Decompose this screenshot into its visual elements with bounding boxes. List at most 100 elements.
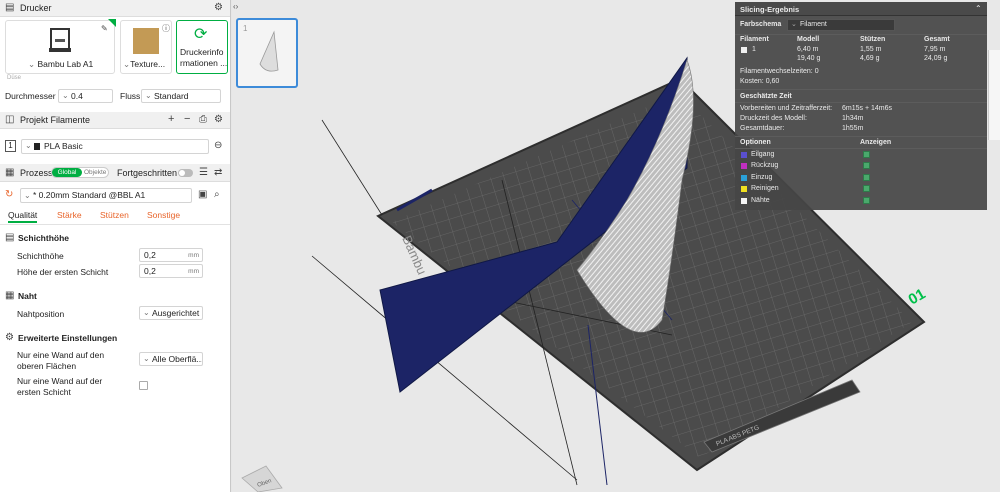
tab-supports[interactable]: Stützen: [100, 210, 129, 220]
diameter-label: Durchmesser: [5, 91, 56, 101]
flow-select[interactable]: ⌄ Standard: [141, 89, 221, 103]
left-settings-panel: ▤ Drucker ⚙ ✎ ⌄ Bambu Lab A1 Düse ⓘ ⌄Tex…: [0, 0, 231, 492]
slicing-result-header: Slicing-Ergebnis ⌃: [735, 2, 987, 16]
wall-top-select[interactable]: ⌄ Alle Oberflä...: [139, 352, 203, 366]
option-wipe: Reinigen: [751, 185, 779, 192]
option-seams-color: [741, 198, 747, 204]
show-header: Anzeigen: [860, 139, 892, 146]
reset-icon[interactable]: ↻: [5, 190, 13, 200]
info-icon[interactable]: ⓘ: [162, 24, 170, 34]
tab-divider: [0, 224, 230, 225]
option-wipe-checkbox[interactable]: [863, 185, 870, 192]
sync-filament-icon[interactable]: ⎙: [199, 115, 207, 125]
col-total: Gesamt: [924, 36, 950, 43]
process-preset-select[interactable]: ⌄ * 0.20mm Standard @BBL A1: [20, 188, 192, 203]
col-filament: Filament: [740, 36, 769, 43]
layer-height-input[interactable]: 0,2 mm: [139, 248, 203, 262]
advanced-group-title: Erweiterte Einstellungen: [18, 333, 118, 343]
seam-group-icon: ▦: [5, 290, 15, 301]
wall-top-label-line2: oberen Flächen: [17, 361, 77, 371]
option-deretract-color: [741, 175, 747, 181]
filament-row-id: 1: [752, 46, 756, 53]
filament-edit-icon[interactable]: ⊖: [214, 141, 222, 151]
process-section-header: ▦ Prozess Global Objekte Fortgeschritten…: [0, 164, 230, 182]
tab-strength[interactable]: Stärke: [57, 210, 82, 220]
filament-slot-number: 1: [5, 140, 16, 152]
printer-info-line1: Druckerinfo: [180, 47, 224, 57]
seam-position-label: Nahtposition: [17, 309, 65, 319]
filament-settings-icon[interactable]: ⚙: [214, 115, 223, 125]
estimated-time-title: Geschätzte Zeit: [740, 93, 792, 100]
model-time-value: 1h34m: [842, 115, 864, 122]
option-seams-checkbox[interactable]: [863, 197, 870, 204]
objects-option[interactable]: Objekte: [84, 169, 106, 176]
first-layer-height-label: Höhe der ersten Schicht: [17, 267, 109, 277]
layer-group-title: Schichthöhe: [18, 233, 70, 243]
filament-color-square: [741, 47, 747, 53]
option-deretract: Einzug: [751, 174, 773, 181]
seam-position-select[interactable]: ⌄ Ausgerichtet: [139, 306, 203, 320]
filament-color-swatch: [34, 143, 40, 150]
save-icon[interactable]: ▣: [198, 190, 207, 200]
printer-icon: ▤: [5, 2, 15, 13]
seam-group-title: Naht: [18, 291, 37, 301]
nav-cube: [241, 465, 283, 492]
printer-info-line2: rmationen ...: [180, 58, 228, 68]
supports-weight: 4,69 g: [860, 55, 880, 62]
global-objects-toggle[interactable]: Global Objekte: [51, 167, 109, 178]
compare-icon[interactable]: ⇄: [214, 168, 222, 178]
remove-icon[interactable]: −: [184, 114, 190, 125]
option-seams: Nähte: [751, 197, 770, 204]
wall-top-label-line1: Nur eine Wand auf den: [17, 350, 105, 360]
advanced-toggle[interactable]: [178, 169, 193, 177]
advanced-label: Fortgeschritten: [117, 168, 178, 178]
tab-quality[interactable]: Qualität: [8, 210, 38, 223]
flow-label: Fluss: [120, 91, 141, 101]
model-length: 6,40 m: [797, 46, 819, 53]
model-weight: 19,40 g: [797, 55, 821, 62]
list-icon[interactable]: ☰: [199, 168, 208, 178]
tab-other[interactable]: Sonstige: [147, 210, 180, 220]
first-layer-height-input[interactable]: 0,2 mm: [139, 264, 203, 278]
option-deretract-checkbox[interactable]: [863, 174, 870, 181]
option-travel-color: [741, 152, 747, 158]
filament-changes: Filamentwechselzeiten: 0: [740, 68, 819, 75]
add-icon[interactable]: +: [168, 114, 174, 125]
printer-image-icon: [49, 28, 71, 52]
edit-icon[interactable]: ✎: [101, 24, 108, 34]
col-model: Modell: [797, 36, 820, 43]
search-icon[interactable]: ⌕: [214, 190, 220, 200]
filament-select[interactable]: ⌄ PLA Basic: [21, 139, 209, 154]
option-travel: Eilgang: [751, 151, 775, 158]
prep-time-value: 6m15s + 14m6s: [842, 105, 892, 112]
process-title: Prozess: [20, 168, 53, 178]
printer-name: ⌄ Bambu Lab A1: [28, 59, 94, 69]
layer-height-label: Schichthöhe: [17, 251, 64, 261]
advanced-group-icon: ⚙: [5, 332, 14, 343]
model-time-label: Druckzeit des Modell:: [740, 115, 807, 122]
textured-plate-image: [133, 28, 159, 54]
global-option[interactable]: Global: [52, 168, 82, 177]
slicing-result-panel: Slicing-Ergebnis ⌃ Farbschema ⌄ Filament …: [735, 2, 987, 210]
option-retract-checkbox[interactable]: [863, 162, 870, 169]
filament-section-title: Projekt Filamente: [20, 115, 91, 125]
wall-first-label-line1: Nur eine Wand auf der: [17, 376, 103, 386]
wall-first-checkbox[interactable]: [139, 381, 148, 390]
total-length: 7,95 m: [924, 46, 946, 53]
color-scheme-select[interactable]: ⌄ Filament: [787, 19, 895, 31]
printer-section-header: ▤ Drucker ⚙: [0, 0, 230, 17]
nozzle-small-label: Düse: [7, 75, 22, 81]
gear-icon[interactable]: ⚙: [214, 3, 223, 13]
option-wipe-color: [741, 186, 747, 192]
collapse-up-icon[interactable]: ⌃: [975, 4, 982, 13]
color-scheme-label: Farbschema: [740, 21, 782, 28]
printer-card[interactable]: ✎ ⌄ Bambu Lab A1: [5, 20, 115, 74]
slicing-result-title: Slicing-Ergebnis: [740, 5, 800, 14]
wall-first-label-line2: ersten Schicht: [17, 387, 71, 397]
option-travel-checkbox[interactable]: [863, 151, 870, 158]
option-retract-color: [741, 163, 747, 169]
col-supports: Stützen: [860, 36, 886, 43]
diameter-select[interactable]: ⌄ 0.4: [58, 89, 113, 103]
printer-info-button[interactable]: ⟳ Druckerinfo rmationen ...: [176, 20, 228, 74]
plate-card[interactable]: ⓘ ⌄Texture...: [120, 20, 172, 74]
